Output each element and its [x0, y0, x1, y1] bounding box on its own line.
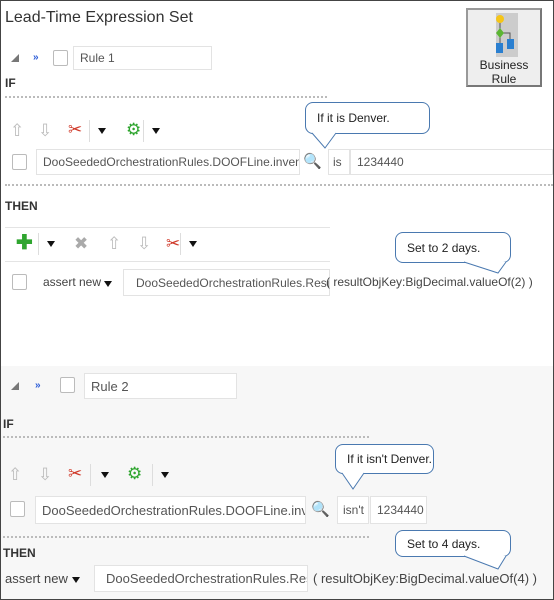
cut-icon[interactable]: ✂	[166, 235, 180, 252]
divider	[3, 536, 369, 538]
rule-1-name-input[interactable]: Rule 1	[73, 46, 212, 70]
divider	[3, 436, 369, 438]
collapse-triangle-icon[interactable]	[11, 382, 19, 390]
rule-1-checkbox[interactable]	[53, 50, 68, 66]
action-checkbox[interactable]	[12, 274, 27, 290]
toolbar-divider	[180, 233, 181, 255]
toolbar-divider	[143, 120, 144, 142]
toolbar-divider	[38, 233, 39, 255]
condition-value-field[interactable]: 1234440	[370, 496, 427, 524]
toolbar-divider	[89, 120, 90, 142]
condition-value-field[interactable]: 1234440	[350, 149, 553, 175]
operator-field[interactable]: isn't	[337, 496, 369, 524]
condition-checkbox[interactable]	[10, 501, 25, 517]
condition-attribute-field[interactable]: DooSeededOrchestrationRules.DOOFLine.inv…	[36, 149, 300, 175]
if-label: IF	[3, 417, 14, 431]
toolbar-divider	[90, 464, 91, 486]
gear-menu-arrow-icon[interactable]	[152, 128, 160, 134]
expand-chevron-icon[interactable]: »	[35, 381, 41, 391]
callout-tail	[311, 132, 337, 149]
page-title: Lead-Time Expression Set	[5, 9, 193, 26]
rule-2-checkbox[interactable]	[60, 377, 75, 393]
action-type-dropdown[interactable]: assert new	[5, 571, 68, 586]
then-callout: Set to 2 days.	[395, 232, 511, 263]
then-callout: Set to 4 days.	[395, 530, 511, 557]
move-up-icon[interactable]: ⇧	[8, 466, 22, 483]
then-label: THEN	[5, 199, 38, 213]
divider	[5, 227, 330, 228]
search-icon[interactable]: 🔍	[311, 501, 330, 518]
condition-checkbox[interactable]	[12, 154, 27, 170]
action-expression: ( resultObjKey:BigDecimal.valueOf(4) )	[313, 571, 537, 586]
move-down-icon[interactable]: ⇩	[38, 122, 52, 139]
move-up-icon[interactable]: ⇧	[10, 122, 24, 139]
callout-tail	[463, 261, 507, 274]
action-type-arrow-icon[interactable]	[72, 577, 80, 583]
action-fact-field[interactable]: DooSeededOrchestrationRules.Result	[94, 565, 308, 592]
cut-menu-arrow-icon[interactable]	[101, 472, 109, 478]
action-fact-field[interactable]: DooSeededOrchestrationRules.Result	[123, 269, 330, 296]
gear-icon[interactable]: ⚙	[126, 121, 141, 138]
action-type-arrow-icon[interactable]	[104, 281, 112, 287]
if-label: IF	[5, 76, 16, 90]
action-type-dropdown[interactable]: assert new	[43, 275, 101, 289]
divider	[5, 261, 330, 262]
cut-menu-arrow-icon[interactable]	[189, 241, 197, 247]
if-callout: If it isn't Denver.	[335, 444, 434, 474]
expand-chevron-icon[interactable]: »	[33, 53, 39, 63]
add-icon[interactable]: ✚	[16, 233, 33, 253]
rule-2-name-input[interactable]: Rule 2	[84, 373, 237, 399]
collapse-triangle-icon[interactable]	[11, 54, 19, 62]
cut-icon[interactable]: ✂	[68, 465, 82, 482]
move-down-icon[interactable]: ⇩	[38, 466, 52, 483]
cut-icon[interactable]: ✂	[68, 121, 82, 138]
gear-icon[interactable]: ⚙	[127, 465, 142, 482]
then-label: THEN	[3, 546, 36, 560]
gear-menu-arrow-icon[interactable]	[161, 472, 169, 478]
delete-icon[interactable]: ✖	[74, 235, 88, 252]
cut-menu-arrow-icon[interactable]	[98, 128, 106, 134]
callout-tail	[341, 472, 365, 490]
operator-field[interactable]: is	[328, 149, 350, 175]
business-rule-button[interactable]: Business Rule	[466, 8, 542, 87]
search-icon[interactable]: 🔍	[303, 153, 322, 170]
action-expression: ( resultObjKey:BigDecimal.valueOf(2) )	[326, 275, 533, 289]
if-callout: If it is Denver.	[305, 102, 430, 134]
divider	[5, 184, 553, 186]
move-down-icon[interactable]: ⇩	[137, 235, 151, 252]
add-menu-arrow-icon[interactable]	[47, 241, 55, 247]
toolbar-divider	[152, 464, 153, 486]
condition-attribute-field[interactable]: DooSeededOrchestrationRules.DOOFLine.inv…	[35, 496, 306, 524]
callout-tail	[463, 555, 507, 570]
divider	[5, 96, 327, 98]
flowchart-icon	[496, 13, 518, 57]
move-up-icon[interactable]: ⇧	[107, 235, 121, 252]
